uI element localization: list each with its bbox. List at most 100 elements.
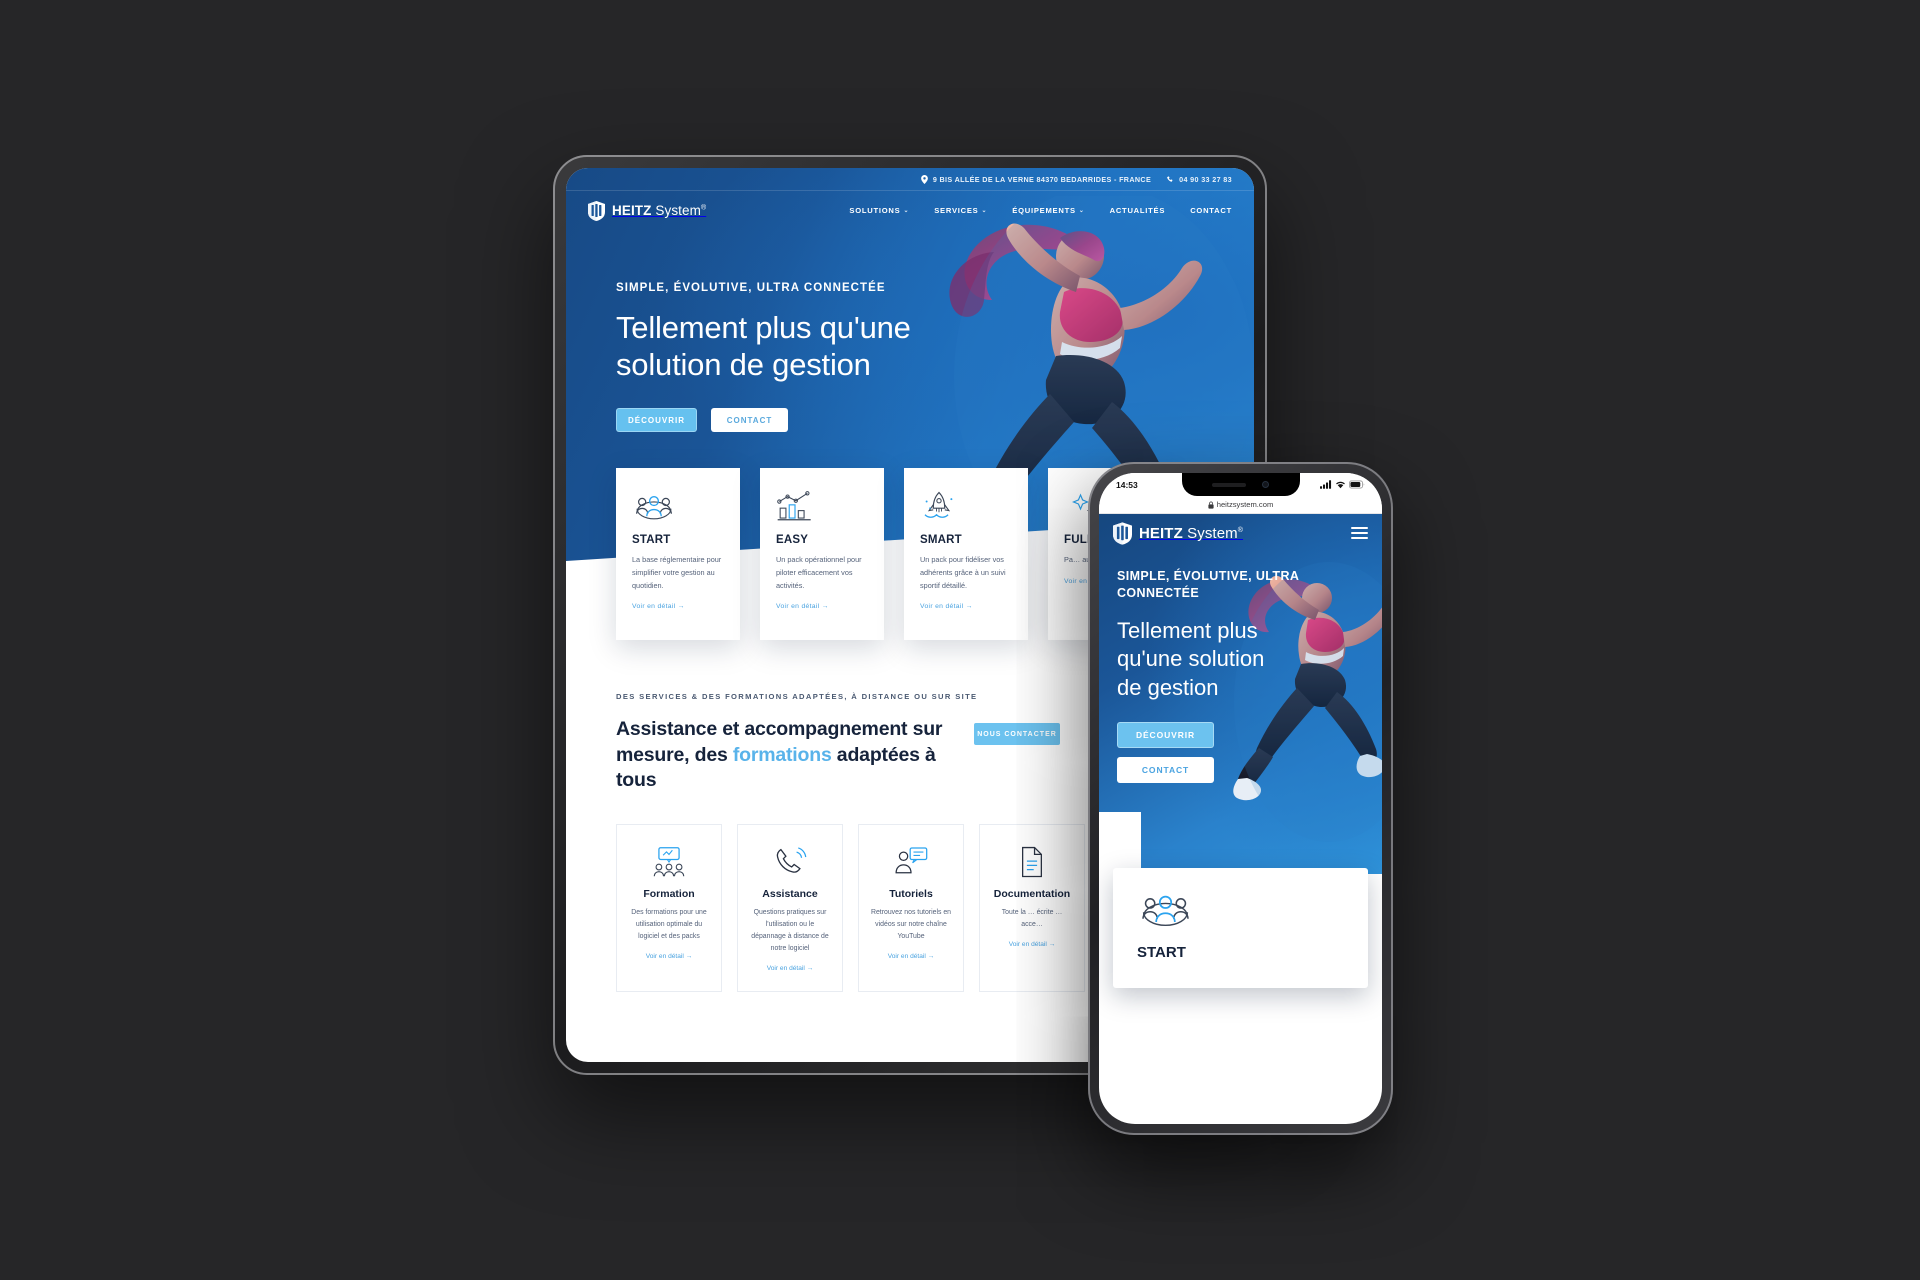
address-text: 9 BIS ALLÉE DE LA VERNE 84370 BEDARRIDES…: [932, 174, 1152, 184]
phone-item[interactable]: 04 90 33 27 83: [1167, 175, 1232, 184]
nav-label: ACTUALITÉS: [1109, 206, 1166, 215]
nav-item-services[interactable]: SERVICES ⌄: [934, 206, 987, 215]
brand-mark: ®: [700, 204, 707, 212]
brand-bold: HEITZ: [612, 203, 652, 218]
tablet-info-bar: 9 BIS ALLÉE DE LA VERNE 84370 BEDARRIDES…: [566, 168, 1254, 190]
chevron-down-icon: ⌄: [903, 208, 910, 214]
front-camera-icon: [1262, 481, 1269, 488]
phone-contact-button[interactable]: CONTACT: [1117, 757, 1214, 784]
service-text: Retrouvez nos tutoriels en vidéos sur no…: [870, 909, 952, 940]
pack-detail-link[interactable]: Voir en détail →: [920, 603, 973, 610]
status-indicators: [1320, 480, 1365, 489]
phone-device-mockup: 14:53 heitzsystem.com HEITZ System® SIMP…: [1088, 462, 1393, 1135]
pack-title: START: [632, 534, 671, 546]
nav-label: SOLUTIONS: [849, 206, 901, 215]
service-title: Formation: [643, 888, 695, 901]
pack-title: SMART: [920, 534, 962, 546]
hero-kicker: SIMPLE, ÉVOLUTIVE, ULTRA CONNECTÉE: [616, 282, 886, 294]
shield-logo-icon: [588, 200, 605, 221]
service-text: Des formations pour une utilisation opti…: [631, 909, 707, 940]
brand-light: System: [1187, 524, 1238, 542]
tablet-hero-content: SIMPLE, ÉVOLUTIVE, ULTRA CONNECTÉE Telle…: [566, 230, 1254, 433]
rocket-icon: [920, 490, 1012, 524]
earpiece-speaker: [1212, 482, 1246, 487]
services-title-highlight: formations: [732, 743, 832, 766]
service-detail-link[interactable]: Voir en détail →: [1009, 941, 1056, 948]
brand-mark: ®: [1237, 526, 1244, 534]
nav-item-contact[interactable]: CONTACT: [1190, 206, 1232, 215]
address-item: 9 BIS ALLÉE DE LA VERNE 84370 BEDARRIDES…: [920, 174, 1152, 184]
phone-hero-content: SIMPLE, ÉVOLUTIVE, ULTRA CONNECTÉE Telle…: [1099, 552, 1382, 784]
phone-pack-card-start[interactable]: START: [1113, 868, 1368, 988]
service-title: Assistance: [762, 888, 818, 901]
phone-hero-kicker: SIMPLE, ÉVOLUTIVE, ULTRA CONNECTÉE: [1117, 569, 1299, 601]
shield-logo-icon: [1113, 521, 1132, 545]
people-group-icon: [632, 490, 724, 524]
phone-pack-title: START: [1137, 944, 1186, 961]
brand-logo[interactable]: HEITZ System®: [588, 200, 706, 221]
hero-title: Tellement plus qu'une solution de gestio…: [616, 310, 911, 383]
phone-hero-title: Tellement plus qu'une solution de gestio…: [1117, 617, 1265, 700]
browser-url-bar[interactable]: heitzsystem.com: [1099, 496, 1382, 514]
document-icon: [991, 845, 1073, 879]
phone-hero-section: HEITZ System® SIMPLE, ÉVOLUTIVE, ULTRA C…: [1099, 514, 1382, 874]
phone-screen: 14:53 heitzsystem.com HEITZ System® SIMP…: [1099, 473, 1382, 1124]
user-chat-icon: [870, 845, 952, 879]
nav-label: ÉQUIPEMENTS: [1012, 206, 1076, 215]
service-detail-link[interactable]: Voir en détail →: [767, 965, 814, 972]
pack-detail-link[interactable]: Voir en détail →: [632, 603, 685, 610]
hero-discover-button[interactable]: DÉCOUVRIR: [616, 408, 697, 433]
nav-item-actualites[interactable]: ACTUALITÉS: [1110, 206, 1166, 215]
brand-wordmark: HEITZ System®: [612, 203, 706, 218]
tablet-main-nav: SOLUTIONS ⌄ SERVICES ⌄ ÉQUIPEMENTS ⌄ ACTUAL…: [849, 206, 1232, 215]
phone-navbar: HEITZ System®: [1099, 514, 1382, 552]
phone-discover-button[interactable]: DÉCOUVRIR: [1117, 722, 1214, 749]
pack-text: La base réglementaire pour simplifier vo…: [632, 555, 722, 590]
scene: 9 BIS ALLÉE DE LA VERNE 84370 BEDARRIDES…: [0, 0, 1920, 1280]
services-title: Assistance et accompagnement sur mesure,…: [616, 717, 946, 794]
pack-card-smart[interactable]: SMART Un pack pour fidéliser vos adhéren…: [904, 468, 1028, 640]
service-title: Documentation: [993, 888, 1071, 901]
nav-item-equipements[interactable]: ÉQUIPEMENTS ⌄: [1012, 206, 1084, 215]
brand-bold: HEITZ: [1139, 524, 1183, 542]
chevron-down-icon: ⌄: [981, 208, 988, 214]
brand-light: System: [655, 203, 701, 218]
location-pin-icon: [920, 174, 928, 184]
chevron-down-icon: ⌄: [1078, 208, 1085, 214]
service-title: Tutoriels: [889, 888, 933, 901]
pack-text: Un pack opérationnel pour piloter effica…: [776, 555, 862, 590]
tablet-navbar: HEITZ System® SOLUTIONS ⌄ SERVICES ⌄ ÉQUIP…: [566, 190, 1254, 230]
cellular-bars-icon: [1320, 480, 1332, 489]
people-group-icon: [1137, 888, 1368, 932]
phone-brand-wordmark: HEITZ System®: [1139, 525, 1243, 542]
service-card-tutoriels[interactable]: Tutoriels Retrouvez nos tutoriels en vid…: [858, 824, 964, 992]
phone-cta-group: DÉCOUVRIR CONTACT: [1117, 722, 1382, 784]
wifi-icon: [1336, 481, 1345, 489]
pack-detail-link[interactable]: Voir en détail →: [776, 603, 829, 610]
phone-brand-logo[interactable]: HEITZ System®: [1113, 521, 1243, 545]
service-card-assistance[interactable]: Assistance Questions pratiques sur l'uti…: [737, 824, 843, 992]
service-detail-link[interactable]: Voir en détail →: [888, 953, 935, 960]
pack-title: EASY: [776, 534, 809, 546]
service-text: Toute la … écrite … acce…: [1001, 909, 1063, 929]
service-text: Questions pratiques sur l'utilisation ou…: [751, 909, 829, 952]
lock-icon: [1208, 501, 1214, 509]
training-board-icon: [628, 845, 710, 879]
phone-icon: [1167, 175, 1173, 182]
hamburger-menu-icon[interactable]: [1351, 526, 1368, 540]
pack-card-easy[interactable]: EASY Un pack opérationnel pour piloter e…: [760, 468, 884, 640]
pack-text: Un pack pour fidéliser vos adhérents grâ…: [920, 555, 1006, 590]
phone-ring-icon: [749, 845, 831, 879]
pack-card-start[interactable]: START La base réglementaire pour simplif…: [616, 468, 740, 640]
phone-notch: [1181, 473, 1300, 496]
service-card-formation[interactable]: Formation Des formations pour une utilis…: [616, 824, 722, 992]
battery-icon: [1349, 480, 1365, 489]
hero-contact-button[interactable]: CONTACT: [711, 408, 788, 433]
phone-hero-corner-fill: [1099, 812, 1141, 874]
service-card-documentation[interactable]: Documentation Toute la … écrite … acce… …: [979, 824, 1085, 992]
service-detail-link[interactable]: Voir en détail →: [646, 953, 693, 960]
nav-item-solutions[interactable]: SOLUTIONS ⌄: [849, 206, 909, 215]
phone-text: 04 90 33 27 83: [1179, 174, 1232, 184]
services-contact-button[interactable]: NOUS CONTACTER: [974, 723, 1060, 745]
url-text: heitzsystem.com: [1216, 500, 1274, 509]
